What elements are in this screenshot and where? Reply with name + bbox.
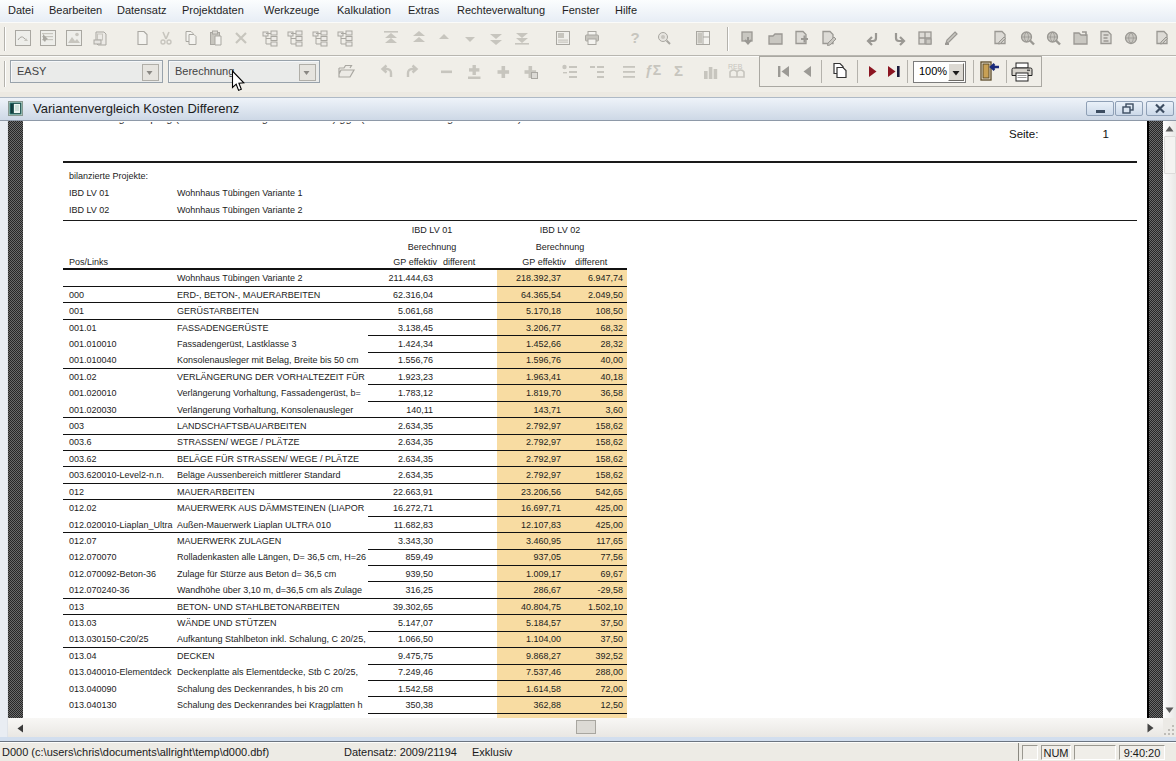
- svg-text:REB: REB: [728, 63, 743, 70]
